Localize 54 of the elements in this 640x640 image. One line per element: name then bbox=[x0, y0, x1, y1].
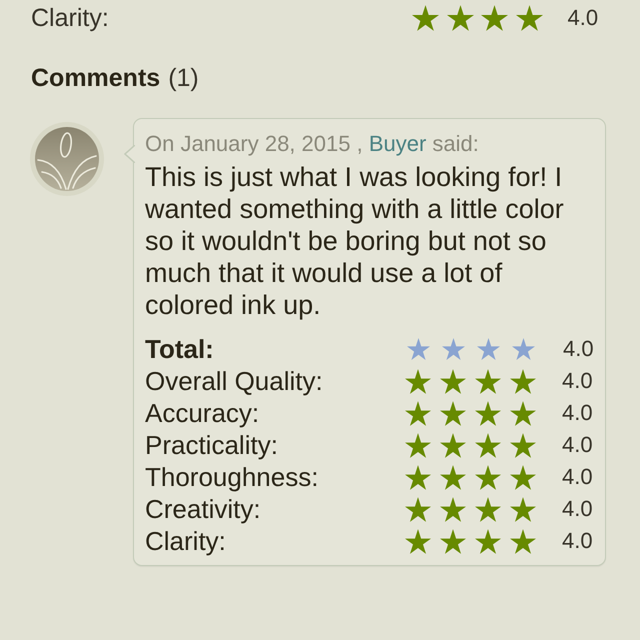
star-icon bbox=[440, 400, 466, 426]
star-icon bbox=[405, 496, 431, 522]
rating-label: Total: bbox=[145, 333, 215, 365]
star-icon bbox=[440, 464, 466, 490]
rating-value: 4.0 bbox=[562, 496, 593, 522]
star-icon bbox=[407, 338, 430, 360]
sprout-avatar-icon bbox=[30, 122, 104, 196]
rating-value: 4.0 bbox=[562, 400, 593, 426]
star-icon bbox=[440, 496, 466, 522]
star-icon bbox=[405, 432, 431, 458]
star-icon bbox=[412, 5, 439, 31]
comment-text: This is just what I was looking for! I wanted something with a little color so it wouldn't be boring but not so much that it would use a lot of colored ink up. bbox=[145, 161, 565, 321]
rating-value: 4.0 bbox=[562, 464, 593, 490]
star-icon bbox=[475, 400, 501, 426]
star-icon bbox=[510, 400, 536, 426]
rating-label: Accuracy: bbox=[145, 397, 260, 429]
rating-label: Thoroughness: bbox=[145, 461, 320, 493]
star-icon bbox=[442, 338, 465, 360]
star-icon bbox=[440, 528, 466, 554]
star-icon bbox=[477, 338, 500, 360]
star-icon bbox=[405, 368, 431, 394]
section-heading: Comments bbox=[31, 63, 160, 93]
star-icon bbox=[405, 528, 431, 554]
author-link[interactable]: Buyer bbox=[368, 131, 426, 156]
star-icon bbox=[516, 5, 542, 31]
star-icon bbox=[510, 432, 536, 458]
rating-value: 4.0 bbox=[563, 336, 594, 362]
star-icon bbox=[481, 5, 508, 31]
star-icon bbox=[510, 368, 536, 394]
star-icon bbox=[440, 432, 466, 458]
star-icon bbox=[510, 464, 536, 490]
star-icon bbox=[510, 496, 536, 522]
rating-label: Overall Quality: bbox=[145, 365, 324, 397]
rating-value: 4.0 bbox=[562, 432, 593, 458]
comment-byline: On January 28, 2015 , Buyer said: bbox=[145, 130, 480, 158]
rating-label: Clarity: bbox=[145, 525, 227, 557]
comment-count: (1) bbox=[168, 63, 199, 93]
rating-value: 4.0 bbox=[562, 528, 593, 554]
star-icon bbox=[475, 432, 501, 458]
star-icon bbox=[475, 528, 501, 554]
rating-label: Clarity: bbox=[31, 3, 110, 33]
star-icon bbox=[475, 496, 501, 522]
star-icon bbox=[446, 5, 474, 31]
star-icon bbox=[475, 464, 501, 490]
star-icon bbox=[512, 338, 535, 360]
star-icon bbox=[510, 528, 536, 554]
star-icon bbox=[475, 368, 501, 394]
rating-label: Creativity: bbox=[145, 493, 262, 525]
star-icon bbox=[440, 368, 466, 394]
rating-label: Practicality: bbox=[145, 429, 279, 461]
star-icon bbox=[405, 400, 431, 426]
rating-value: 4.0 bbox=[562, 368, 593, 394]
rating-value: 4.0 bbox=[568, 5, 598, 31]
star-icon bbox=[405, 464, 431, 490]
